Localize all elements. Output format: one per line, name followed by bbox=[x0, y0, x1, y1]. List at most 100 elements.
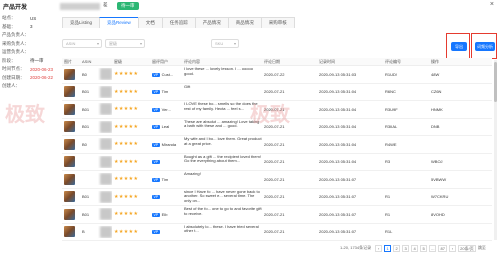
rating-cell: ★★★★★ bbox=[112, 176, 150, 182]
total-count: 1-20, 1734条记录 bbox=[340, 245, 372, 250]
buyer-cell: VP bbox=[150, 229, 182, 235]
buyer-name: Ver... bbox=[161, 106, 171, 112]
product-thumbnail[interactable] bbox=[64, 138, 75, 150]
sidebar-value: 待一审 bbox=[30, 57, 44, 63]
table-row[interactable]: B0 ★★★★★ VP Cust... I love these ... lovely … bbox=[62, 66, 492, 84]
asin-cell: B01 bbox=[82, 89, 90, 95]
review-date: 2020-07-21 bbox=[264, 141, 285, 147]
record-time: 2020-09-13 05:31:07 bbox=[319, 176, 357, 182]
header-chip: 差 bbox=[103, 2, 108, 7]
column-header[interactable]: 图片 bbox=[62, 59, 80, 65]
review-date: 2020-07-21 bbox=[264, 176, 285, 182]
record-time: 2020-09-13 05:31:07 bbox=[319, 229, 357, 235]
page-number[interactable]: 2 bbox=[393, 244, 401, 252]
redacted-block bbox=[100, 138, 112, 151]
review-date: 2020-07-22 bbox=[264, 71, 285, 77]
review-date: 2020-07-21 bbox=[264, 159, 285, 165]
review-date: 2020-07-21 bbox=[264, 106, 285, 112]
column-header[interactable]: 评论编号 bbox=[383, 59, 429, 65]
table-row[interactable]: B01 ★★★★★ VP Leal These are absolut ... amaz… bbox=[62, 119, 492, 136]
asin-filter-select[interactable]: ASIN ▾ bbox=[62, 38, 102, 48]
sidebar-value: 3 bbox=[30, 24, 33, 30]
page-number[interactable]: ... bbox=[429, 244, 437, 252]
close-icon[interactable]: × bbox=[490, 1, 494, 8]
product-thumbnail[interactable] bbox=[64, 226, 75, 238]
sidebar-label: 采购负责人： bbox=[2, 40, 29, 46]
star-rating: ★★★★★ bbox=[114, 211, 139, 218]
review-date: 2020-07-21 bbox=[264, 229, 285, 235]
product-thumbnail[interactable] bbox=[64, 208, 75, 220]
column-header[interactable]: 评论内容 bbox=[182, 59, 262, 65]
review-cell: I love these ... lovely lesson. I ... oo… bbox=[182, 67, 262, 81]
table-row[interactable]: ★★★★★ VP Tim Amazing! 2020-07-21 2020-09-13 0… bbox=[62, 171, 492, 189]
tab-6[interactable]: 采购审核 bbox=[260, 17, 295, 28]
rating-filter-label: 星级 bbox=[109, 40, 117, 46]
filter-bar: ASIN ▾ 星级 ▾ SKU ▾ bbox=[62, 38, 239, 48]
review-cell: since I Have fo ... have never gone back… bbox=[182, 190, 262, 204]
product-thumbnail[interactable] bbox=[64, 173, 75, 185]
scrollbar-thumb[interactable] bbox=[494, 62, 497, 102]
product-thumbnail-cell bbox=[62, 121, 80, 133]
buyer-name: Cust... bbox=[161, 71, 174, 77]
review-date: 2020-07-21 bbox=[264, 89, 285, 95]
column-header[interactable]: ASIN bbox=[80, 59, 98, 64]
product-thumbnail[interactable] bbox=[64, 86, 75, 98]
page-number[interactable]: 4 bbox=[411, 244, 419, 252]
product-thumbnail[interactable] bbox=[64, 103, 75, 115]
review-id: R3U9F bbox=[385, 106, 398, 112]
review-cell: Best of the fo... one to go to and favor… bbox=[182, 207, 262, 221]
prev-page-icon[interactable]: ‹ bbox=[375, 244, 383, 252]
table-body: B0 ★★★★★ VP Cust... I love these ... lovely … bbox=[62, 66, 492, 241]
column-header[interactable]: 操作 bbox=[429, 59, 469, 65]
page-size-select[interactable]: 20条/页 bbox=[457, 244, 476, 252]
info-sidebar: 站点： US 基础： 3 产品负责人： 采购负责人： 运营负责人： 阶段： 待一审 时间节点： 20… bbox=[0, 14, 60, 258]
word-frequency-button[interactable]: 词频分析 bbox=[475, 42, 495, 51]
tab-2[interactable]: 文档 bbox=[137, 17, 163, 28]
star-rating: ★★★★★ bbox=[114, 228, 139, 235]
buyer-name: Tim bbox=[161, 89, 169, 95]
asin-cell: B01 bbox=[82, 124, 90, 130]
product-thumbnail[interactable] bbox=[64, 121, 75, 133]
tab-3[interactable]: 任务追踪 bbox=[161, 17, 196, 28]
buyer-cell: VP Tim bbox=[150, 89, 182, 95]
product-thumbnail[interactable] bbox=[64, 68, 75, 80]
review-id: R1UD! bbox=[385, 71, 398, 77]
redacted-cell bbox=[98, 173, 112, 186]
product-thumbnail-cell bbox=[62, 191, 80, 203]
column-header[interactable]: 留评用户 bbox=[150, 59, 182, 65]
rating-cell: ★★★★★ bbox=[112, 71, 150, 77]
table-row[interactable]: B ★★★★★ VP I absolutely lo... these. I have… bbox=[62, 224, 492, 241]
product-thumbnail[interactable] bbox=[64, 191, 75, 203]
page-number[interactable]: 1 bbox=[384, 244, 392, 252]
page-number[interactable]: 5 bbox=[420, 244, 428, 252]
sidebar-value: 2020-06-22 bbox=[30, 75, 54, 81]
tab-0[interactable]: 竞品Listing bbox=[62, 17, 101, 28]
sku-filter-select[interactable]: SKU ▾ bbox=[211, 38, 239, 48]
chevron-down-icon: ▾ bbox=[233, 40, 236, 46]
page-number[interactable]: 3 bbox=[402, 244, 410, 252]
table-row[interactable]: B0 ★★★★★ VP Miranda My wife and I bo... love… bbox=[62, 136, 492, 154]
tab-1[interactable]: 竞品Review bbox=[99, 17, 139, 28]
table-row[interactable]: B01 ★★★★★ VP Tim Gift 2020-07-21 2020-09-13 05… bbox=[62, 84, 492, 101]
next-page-icon[interactable]: › bbox=[448, 244, 456, 252]
table-row[interactable]: B01 ★★★★★ VP since I Have fo ... have never… bbox=[62, 189, 492, 206]
redacted-cell bbox=[98, 208, 112, 221]
table-row[interactable]: B01 ★★★★★ VP Elb Best of the fo... one to go… bbox=[62, 206, 492, 224]
column-header[interactable]: 记录时间 bbox=[317, 59, 383, 65]
table-row[interactable]: ★★★★★ VP Bought as a gift ... the recipien… bbox=[62, 154, 492, 171]
column-header[interactable]: 星级 bbox=[112, 59, 150, 65]
export-button[interactable]: 导出 bbox=[451, 42, 467, 51]
review-id: R3 bbox=[385, 159, 391, 165]
table-row[interactable]: B01 ★★★★★ VP Ver... I LOVE these bo... smell… bbox=[62, 101, 492, 119]
review-id: R1 bbox=[385, 194, 391, 200]
product-thumbnail[interactable] bbox=[64, 156, 75, 168]
column-header[interactable]: 评论日期 bbox=[262, 59, 317, 65]
page-number[interactable]: 87 bbox=[438, 244, 447, 252]
sidebar-label: 站点： bbox=[2, 15, 16, 21]
redacted-block bbox=[60, 3, 100, 10]
review-id-tail: HNMK bbox=[431, 106, 443, 112]
tab-5[interactable]: 商品情况 bbox=[227, 17, 262, 28]
review-cell: Bought as a gift ... the recipient loved… bbox=[182, 155, 262, 169]
tab-4[interactable]: 产品情况 bbox=[194, 17, 229, 28]
rating-filter-select[interactable]: 星级 ▾ bbox=[105, 38, 145, 48]
